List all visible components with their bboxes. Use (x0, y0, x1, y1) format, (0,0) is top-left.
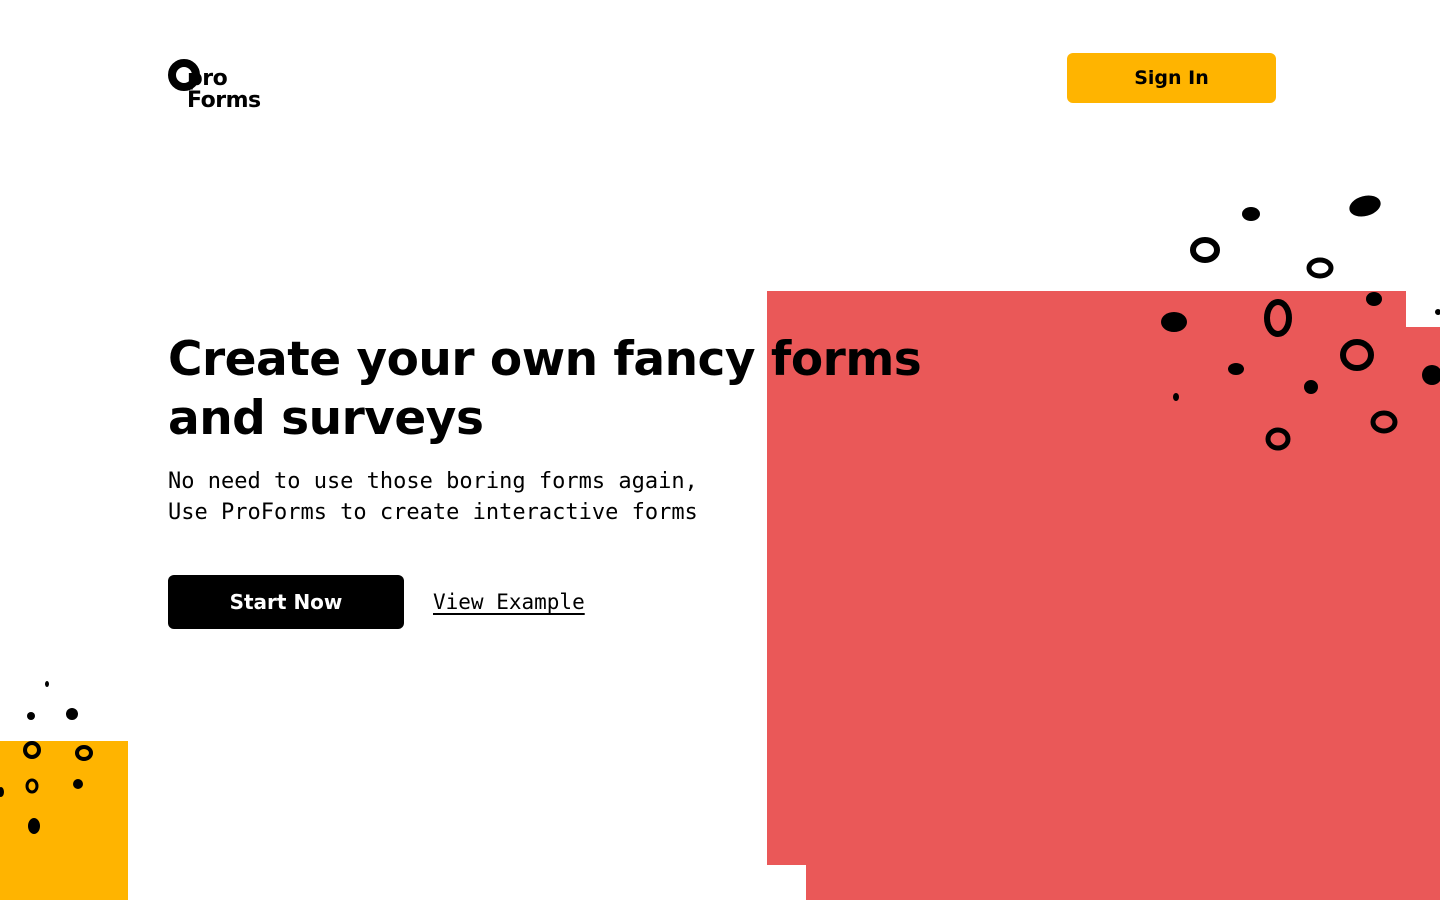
hero-subtext-line2: Use ProForms to create interactive forms (168, 500, 698, 525)
decorative-red-block-notch (1406, 291, 1440, 327)
sign-in-button[interactable]: Sign In (1067, 53, 1276, 103)
hero-subtext-line1: No need to use those boring forms again, (168, 469, 698, 494)
proforms-logo[interactable]: pro Forms (168, 58, 268, 114)
start-now-button[interactable]: Start Now (168, 575, 404, 629)
hero-headline: Create your own fancy forms and surveys (168, 332, 922, 446)
hero-subtext: No need to use those boring forms again,… (168, 466, 788, 528)
decorative-red-block-base (806, 865, 1440, 900)
logo-text-line2: Forms (187, 88, 261, 113)
decorative-yellow-block (0, 741, 128, 900)
view-example-link[interactable]: View Example (433, 588, 585, 616)
